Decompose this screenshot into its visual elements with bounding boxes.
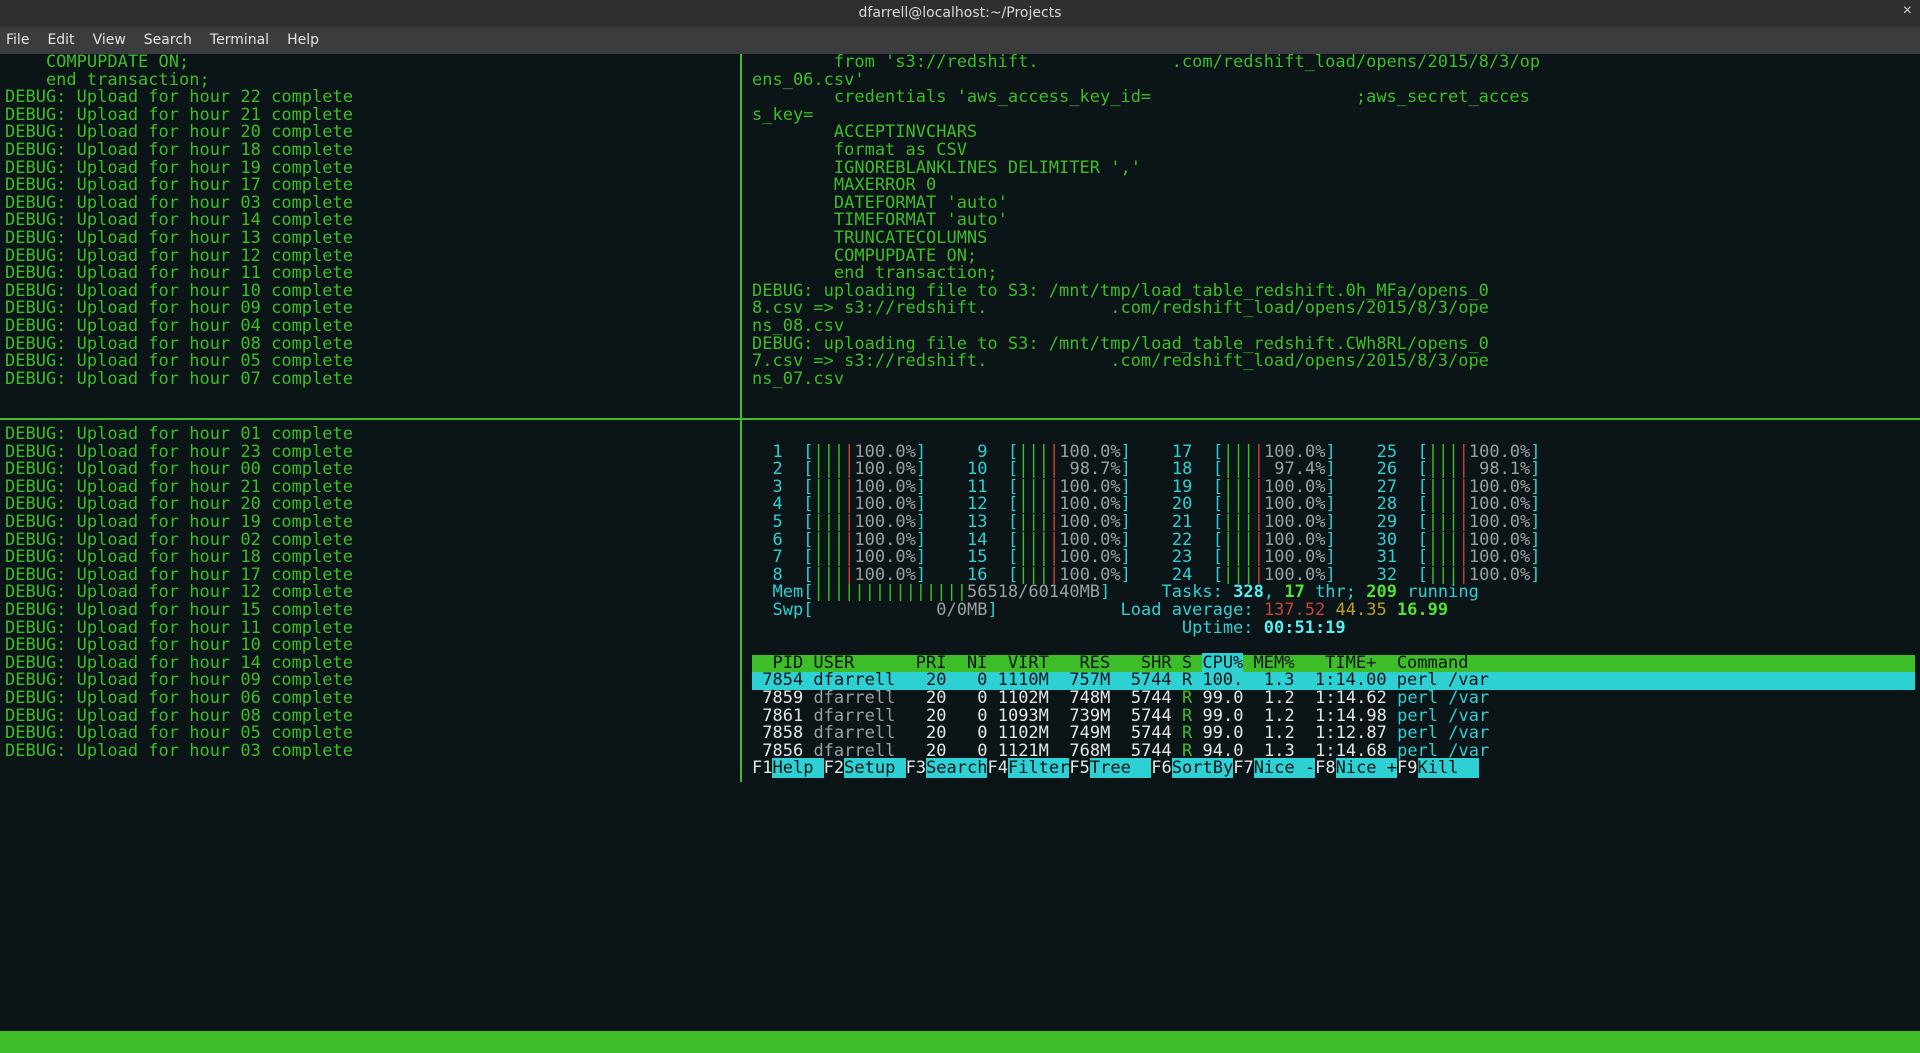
pane-bottom-left[interactable]: DEBUG: Upload for hour 01 completeDEBUG:… [5,426,740,760]
menu-view[interactable]: View [93,32,126,50]
menu-bar: File Edit View Search Terminal Help [0,27,1920,54]
pane-top-left[interactable]: COMPUPDATE ON; end transaction;DEBUG: Up… [5,54,740,388]
menu-file[interactable]: File [6,32,29,50]
pane-top-right[interactable]: from 's3://redshift. .com/redshift_load/… [752,54,1915,388]
window-close-button[interactable]: × [1903,2,1912,20]
menu-search[interactable]: Search [144,32,192,50]
terminal-surface[interactable]: COMPUPDATE ON; end transaction;DEBUG: Up… [0,54,1920,1053]
window-title: dfarrell@localhost:~/Projects [859,5,1062,23]
menu-edit[interactable]: Edit [47,32,74,50]
menu-help[interactable]: Help [287,32,319,50]
menu-terminal[interactable]: Terminal [210,32,269,50]
tmux-pane-divider-horizontal [0,418,1920,420]
window-title-bar: dfarrell@localhost:~/Projects × [0,0,1920,27]
htop-fkey-bar[interactable]: F1Help F2Setup F3SearchF4FilterF5Tree F6… [752,760,1915,778]
pane-bottom-right-htop[interactable]: 1 [||||100.0%] 9 [||||100.0%] 17 [||||10… [752,426,1915,778]
tmux-status-bar: [0] <s 1:dfarrell@host-2:~/Projects/perl… [0,1031,1920,1053]
